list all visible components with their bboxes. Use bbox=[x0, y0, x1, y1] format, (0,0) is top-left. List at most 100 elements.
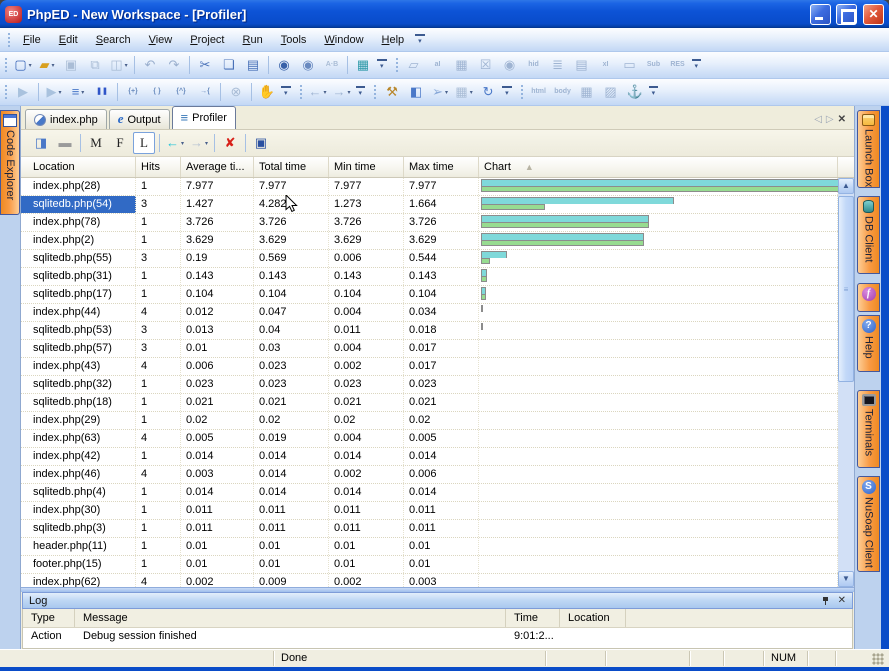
profiler-row[interactable]: sqlitedb.php(57)30.010.030.0040.017 bbox=[21, 340, 838, 358]
toolbar-grip[interactable] bbox=[394, 56, 399, 74]
dock-tab-terminals[interactable]: Terminals bbox=[857, 390, 880, 468]
menu-project[interactable]: Project bbox=[181, 30, 233, 50]
toolbar-grip[interactable] bbox=[298, 83, 303, 101]
scroll-up-button[interactable]: ▲ bbox=[838, 178, 854, 194]
save-report-button[interactable]: ▣ bbox=[250, 132, 272, 154]
functions-view-button[interactable]: F bbox=[109, 132, 131, 154]
delete-report-button[interactable]: ✘ bbox=[219, 132, 241, 154]
run-to-cursor-button[interactable]: →{ bbox=[194, 81, 216, 103]
minimize-button[interactable] bbox=[810, 4, 831, 25]
profiler-row[interactable]: index.php(62)40.0020.0090.0020.003 bbox=[21, 574, 838, 587]
ide-settings-button[interactable]: ◧ bbox=[405, 81, 427, 103]
toolbar-overflow-chevron[interactable]: ▾ bbox=[356, 86, 366, 98]
pause-button[interactable]: ❚❚ bbox=[91, 81, 113, 103]
code-templates-button[interactable]: ▦ bbox=[352, 54, 374, 76]
profiler-row[interactable]: index.php(44)40.0120.0470.0040.034 bbox=[21, 304, 838, 322]
dock-tab-db-client[interactable]: DB Client bbox=[857, 196, 880, 274]
find-button[interactable]: ◉ bbox=[273, 54, 295, 76]
column-header-avg[interactable]: Average ti... bbox=[181, 157, 254, 177]
dock-tab-php-manual[interactable] bbox=[857, 283, 880, 312]
insert-anchor-button[interactable]: ⚓ bbox=[624, 81, 646, 103]
column-header-min[interactable]: Min time bbox=[329, 157, 404, 177]
profiler-row[interactable]: index.php(63)40.0050.0190.0040.005 bbox=[21, 430, 838, 448]
paste-button[interactable]: ▤ bbox=[242, 54, 264, 76]
profiler-row[interactable]: index.php(2)13.6293.6293.6293.629 bbox=[21, 232, 838, 250]
tab-index-php[interactable]: index.php bbox=[25, 109, 107, 129]
copy-button[interactable]: ❏ bbox=[218, 54, 240, 76]
toolbar-grip[interactable] bbox=[3, 56, 8, 74]
log-column-header[interactable]: Type bbox=[23, 609, 75, 627]
toolbar-overflow-chevron[interactable]: ▾ bbox=[281, 86, 291, 98]
profiler-row[interactable]: index.php(30)10.0110.0110.0110.011 bbox=[21, 502, 838, 520]
tab-close-button[interactable]: ✕ bbox=[838, 114, 846, 125]
profiler-row[interactable]: sqlitedb.php(32)10.0230.0230.0230.023 bbox=[21, 376, 838, 394]
menu-view[interactable]: View bbox=[140, 30, 182, 50]
pin-icon[interactable] bbox=[821, 596, 830, 605]
column-header-total[interactable]: Total time bbox=[254, 157, 329, 177]
menu-tools[interactable]: Tools bbox=[272, 30, 316, 50]
toolbar-grip[interactable] bbox=[372, 83, 377, 101]
maximize-button[interactable] bbox=[836, 4, 857, 25]
toolbar-overflow-chevron[interactable]: ▾ bbox=[649, 86, 659, 98]
menu-search[interactable]: Search bbox=[87, 30, 140, 50]
profiler-row[interactable]: sqlitedb.php(53)30.0130.040.0110.018 bbox=[21, 322, 838, 340]
cut-button[interactable]: ✂ bbox=[194, 54, 216, 76]
profiler-row[interactable]: sqlitedb.php(18)10.0210.0210.0210.021 bbox=[21, 394, 838, 412]
profiler-row[interactable]: sqlitedb.php(54)31.4274.2821.2731.664 bbox=[21, 196, 838, 214]
log-close-icon[interactable]: ✕ bbox=[838, 595, 846, 606]
publish-button[interactable]: ➢▾ bbox=[429, 81, 451, 103]
profiler-row[interactable]: sqlitedb.php(17)10.1040.1040.1040.104 bbox=[21, 286, 838, 304]
menu-file[interactable]: File bbox=[14, 30, 50, 50]
menu-edit[interactable]: Edit bbox=[50, 30, 87, 50]
profiler-row[interactable]: index.php(29)10.020.020.020.02 bbox=[21, 412, 838, 430]
step-into-button[interactable]: {+} bbox=[122, 81, 144, 103]
profiler-row[interactable]: index.php(28)17.9777.9777.9777.977 bbox=[21, 178, 838, 196]
scroll-down-button[interactable]: ▼ bbox=[838, 571, 854, 587]
tab-profiler[interactable]: Profiler bbox=[172, 106, 236, 129]
toolbar-overflow-chevron[interactable]: ▾ bbox=[502, 86, 512, 98]
profiler-row[interactable]: index.php(46)40.0030.0140.0020.006 bbox=[21, 466, 838, 484]
profiler-row[interactable]: header.php(11)10.010.010.010.01 bbox=[21, 538, 838, 556]
column-header-hits[interactable]: Hits bbox=[136, 157, 181, 177]
profiler-row[interactable]: sqlitedb.php(3)10.0110.0110.0110.011 bbox=[21, 520, 838, 538]
log-column-header[interactable]: Message bbox=[75, 609, 506, 627]
open-file-button[interactable]: ▰▾ bbox=[36, 54, 58, 76]
profile-button[interactable]: ≡▾ bbox=[67, 81, 89, 103]
profiler-row[interactable]: index.php(43)40.0060.0230.0020.017 bbox=[21, 358, 838, 376]
log-column-header[interactable]: Time bbox=[506, 609, 560, 627]
find-next-button[interactable]: ◉ bbox=[297, 54, 319, 76]
step-over-button[interactable]: { } bbox=[146, 81, 168, 103]
toolbar-overflow-chevron[interactable]: ▾ bbox=[692, 59, 702, 71]
menu-window[interactable]: Window bbox=[315, 30, 372, 50]
menubar-grip[interactable] bbox=[6, 31, 11, 49]
tools-button[interactable]: ⚒ bbox=[381, 81, 403, 103]
menubar-overflow-chevron[interactable]: ▾ bbox=[415, 34, 425, 46]
toolbar-overflow-chevron[interactable]: ▾ bbox=[377, 59, 387, 71]
menu-help[interactable]: Help bbox=[373, 30, 414, 50]
dock-tab-code-explorer[interactable]: Code Explorer bbox=[0, 110, 20, 215]
toolbar-grip[interactable] bbox=[519, 83, 524, 101]
profiler-row[interactable]: sqlitedb.php(31)10.1430.1430.1430.143 bbox=[21, 268, 838, 286]
log-row[interactable]: ActionDebug session finished9:01:2... bbox=[23, 628, 852, 646]
close-button[interactable] bbox=[863, 4, 884, 25]
step-out-button[interactable]: {^} bbox=[170, 81, 192, 103]
profiler-row[interactable]: index.php(42)10.0140.0140.0140.014 bbox=[21, 448, 838, 466]
column-header-chart[interactable]: Chart▲ bbox=[479, 157, 838, 177]
log-column-header[interactable]: Location bbox=[560, 609, 626, 627]
profiler-row[interactable]: sqlitedb.php(4)10.0140.0140.0140.014 bbox=[21, 484, 838, 502]
new-file-button[interactable]: ▢▾ bbox=[12, 54, 34, 76]
sync-browse-button[interactable]: ↻ bbox=[477, 81, 499, 103]
dock-tab-help[interactable]: Help bbox=[857, 315, 880, 372]
dock-tab-launch-box[interactable]: Launch Box bbox=[857, 110, 880, 188]
profiler-row[interactable]: index.php(78)13.7263.7263.7263.726 bbox=[21, 214, 838, 232]
vertical-scrollbar[interactable]: ▲ ≡ ▼ bbox=[838, 178, 854, 587]
collapse-rows-button[interactable]: ▬ bbox=[54, 132, 76, 154]
toolbar-grip[interactable] bbox=[3, 83, 8, 101]
lines-view-button[interactable]: L bbox=[133, 132, 155, 154]
resize-grip[interactable] bbox=[872, 653, 884, 665]
column-header-max[interactable]: Max time bbox=[404, 157, 479, 177]
tab-output[interactable]: Output bbox=[109, 109, 170, 129]
modules-view-button[interactable]: M bbox=[85, 132, 107, 154]
scrollbar-thumb[interactable]: ≡ bbox=[838, 196, 854, 382]
history-back-button[interactable]: ←▾ bbox=[164, 132, 186, 154]
